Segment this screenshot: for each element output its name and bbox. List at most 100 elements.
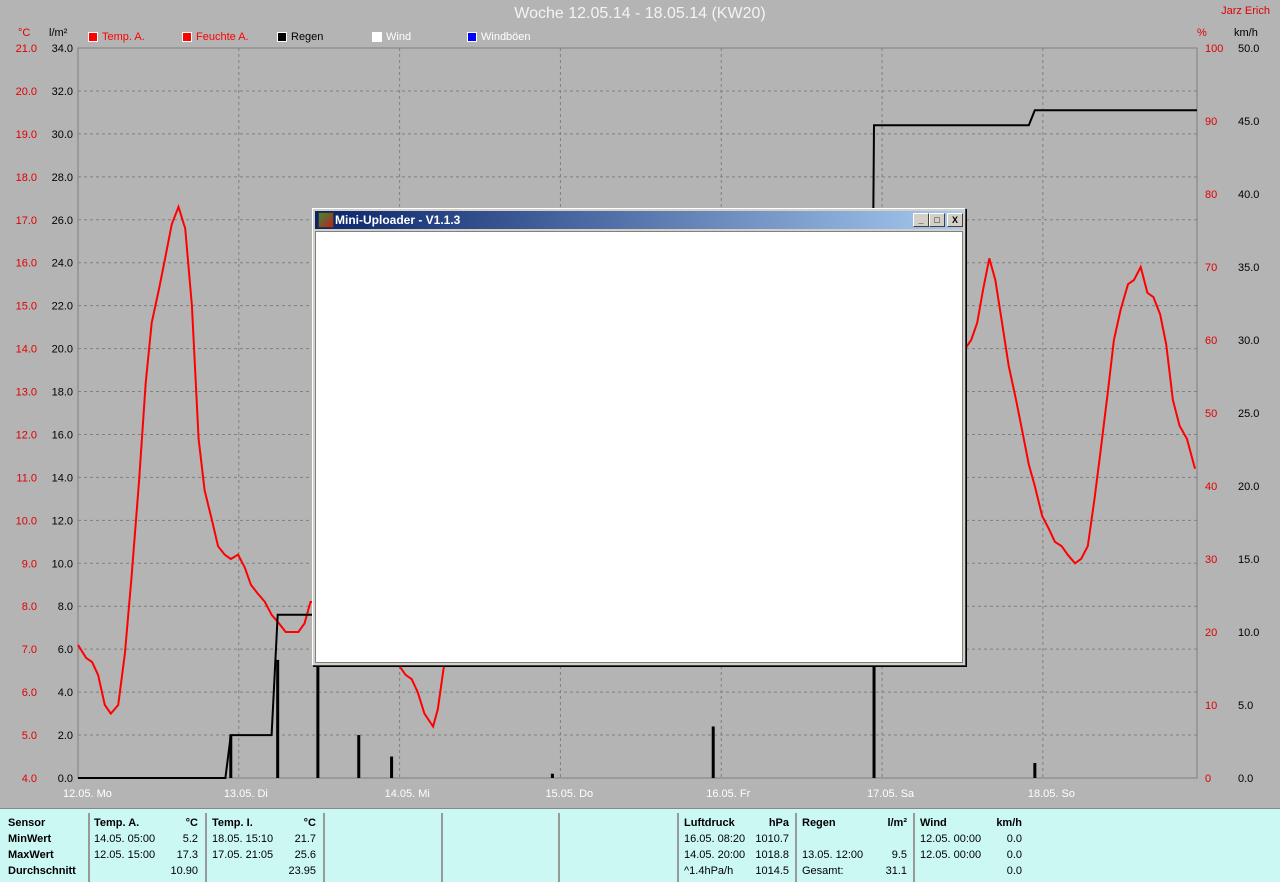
x-tick-label: 18.05. So [1028, 788, 1075, 800]
rain-unit-label: l/m² [887, 817, 907, 829]
temp-a-avg: 10.90 [170, 865, 198, 877]
wind-max: 0.0 [1006, 849, 1022, 861]
close-button[interactable]: X [947, 213, 963, 227]
rain-total: 31.1 [885, 865, 907, 877]
rain-tick-label: 2.0 [58, 730, 73, 742]
divider [205, 813, 207, 882]
humidity-unit: % [1197, 27, 1207, 39]
humidity-tick-label: 0 [1205, 773, 1211, 785]
humidity-tick-label: 90 [1205, 116, 1217, 128]
legend-swatch [182, 32, 192, 42]
legend-wind: Wind [372, 31, 411, 43]
wind-tick-label: 15.0 [1238, 554, 1259, 566]
temp-tick-label: 10.0 [16, 515, 37, 527]
humidity-tick-label: 20 [1205, 627, 1217, 639]
temp-i-max-time: 17.05. 21:05 [212, 849, 274, 861]
rain-tick-label: 24.0 [52, 258, 73, 270]
temp-a-min: 5.2 [182, 833, 198, 845]
wind-tick-label: 25.0 [1238, 408, 1259, 420]
temp-i-min: 21.7 [294, 833, 316, 845]
temp-tick-label: 20.0 [16, 86, 37, 98]
temp-a-header: Temp. A. [94, 817, 140, 829]
chart-title: Woche 12.05.14 - 18.05.14 (KW20) [514, 5, 766, 22]
rain-tick-label: 14.0 [52, 472, 73, 484]
temp-tick-label: 16.0 [16, 258, 37, 270]
divider [88, 813, 90, 882]
wind-tick-label: 40.0 [1238, 189, 1259, 201]
rain-unit: l/m² [49, 27, 68, 39]
rain-tick-label: 8.0 [58, 601, 73, 613]
temp-i-min-time: 18.05. 15:10 [212, 833, 274, 845]
x-tick-label: 12.05. Mo [63, 788, 112, 800]
temp-tick-label: 17.0 [16, 215, 37, 227]
temp-tick-label: 15.0 [16, 301, 37, 313]
x-tick-label: 14.05. Mi [385, 788, 430, 800]
humidity-tick-label: 60 [1205, 335, 1217, 347]
divider [441, 813, 443, 882]
rain-tick-label: 10.0 [52, 558, 73, 570]
humidity-tick-label: 30 [1205, 554, 1217, 566]
legend-swatch [277, 32, 287, 42]
rain-tick-label: 4.0 [58, 687, 73, 699]
rain-tick-label: 22.0 [52, 301, 73, 313]
temp-a-min-time: 14.05. 05:00 [94, 833, 156, 845]
divider [795, 813, 797, 882]
x-tick-label: 17.05. Sa [867, 788, 915, 800]
rain-tick-label: 16.0 [52, 429, 73, 441]
rain-tick-label: 20.0 [52, 344, 73, 356]
window-titlebar[interactable]: Mini-Uploader - V1.1.3 _ □ X [315, 211, 963, 229]
temp-a-max-time: 12.05. 15:00 [94, 849, 156, 861]
legend-swatch [372, 32, 382, 42]
pressure-avg: 1014.5 [755, 865, 789, 877]
wind-tick-label: 5.0 [1238, 700, 1253, 712]
window-title: Mini-Uploader - V1.1.3 [335, 213, 461, 227]
x-tick-label: 15.05. Do [545, 788, 593, 800]
divider [323, 813, 325, 882]
maximize-button[interactable]: □ [929, 213, 945, 227]
temp-i-max: 25.6 [294, 849, 316, 861]
window-content [315, 231, 963, 663]
wind-avg: 0.0 [1006, 865, 1022, 877]
divider [677, 813, 679, 882]
wind-header: Wind [920, 817, 947, 829]
humidity-tick-label: 50 [1205, 408, 1217, 420]
legend-rain: Regen [277, 31, 323, 43]
humidity-tick-label: 10 [1205, 700, 1217, 712]
temp-tick-label: 12.0 [16, 429, 37, 441]
legend-label: Temp. A. [102, 31, 145, 43]
temp-tick-label: 8.0 [22, 601, 37, 613]
temp-a-max: 17.3 [176, 849, 198, 861]
wind-tick-label: 30.0 [1238, 335, 1259, 347]
humidity-tick-label: 100 [1205, 43, 1223, 55]
sensor-label: Sensor [8, 817, 46, 829]
temp-tick-label: 21.0 [16, 43, 37, 55]
wind-tick-label: 0.0 [1238, 773, 1253, 785]
legend-humidity: Feuchte A. [182, 31, 249, 43]
minimize-button[interactable]: _ [913, 213, 929, 227]
pressure-header: Luftdruck [684, 817, 735, 829]
author-name: Jarz Erich [1221, 5, 1270, 17]
x-tick-label: 16.05. Fr [706, 788, 750, 800]
rain-tick-label: 26.0 [52, 215, 73, 227]
temp-tick-label: 11.0 [16, 472, 37, 484]
legend-label: Windböen [481, 31, 531, 43]
wind-tick-label: 35.0 [1238, 262, 1259, 274]
legend-swatch [467, 32, 477, 42]
divider [558, 813, 560, 882]
pressure-max: 1018.8 [755, 849, 789, 861]
x-tick-label: 13.05. Di [224, 788, 268, 800]
rain-tick-label: 0.0 [58, 773, 73, 785]
rain-tick-label: 12.0 [52, 515, 73, 527]
app-icon[interactable] [318, 212, 334, 228]
wind-tick-label: 10.0 [1238, 627, 1259, 639]
mini-uploader-window[interactable]: Mini-Uploader - V1.1.3 _ □ X [312, 208, 966, 666]
temp-i-unit: °C [303, 817, 316, 829]
temp-tick-label: 7.0 [22, 644, 37, 656]
divider [913, 813, 915, 882]
wind-unit-label: km/h [996, 817, 1022, 829]
min-label: MinWert [8, 833, 52, 845]
wind-tick-label: 45.0 [1238, 116, 1259, 128]
temp-tick-label: 14.0 [16, 344, 37, 356]
temp-tick-label: 9.0 [22, 558, 37, 570]
wind-max-time: 12.05. 00:00 [920, 849, 982, 861]
